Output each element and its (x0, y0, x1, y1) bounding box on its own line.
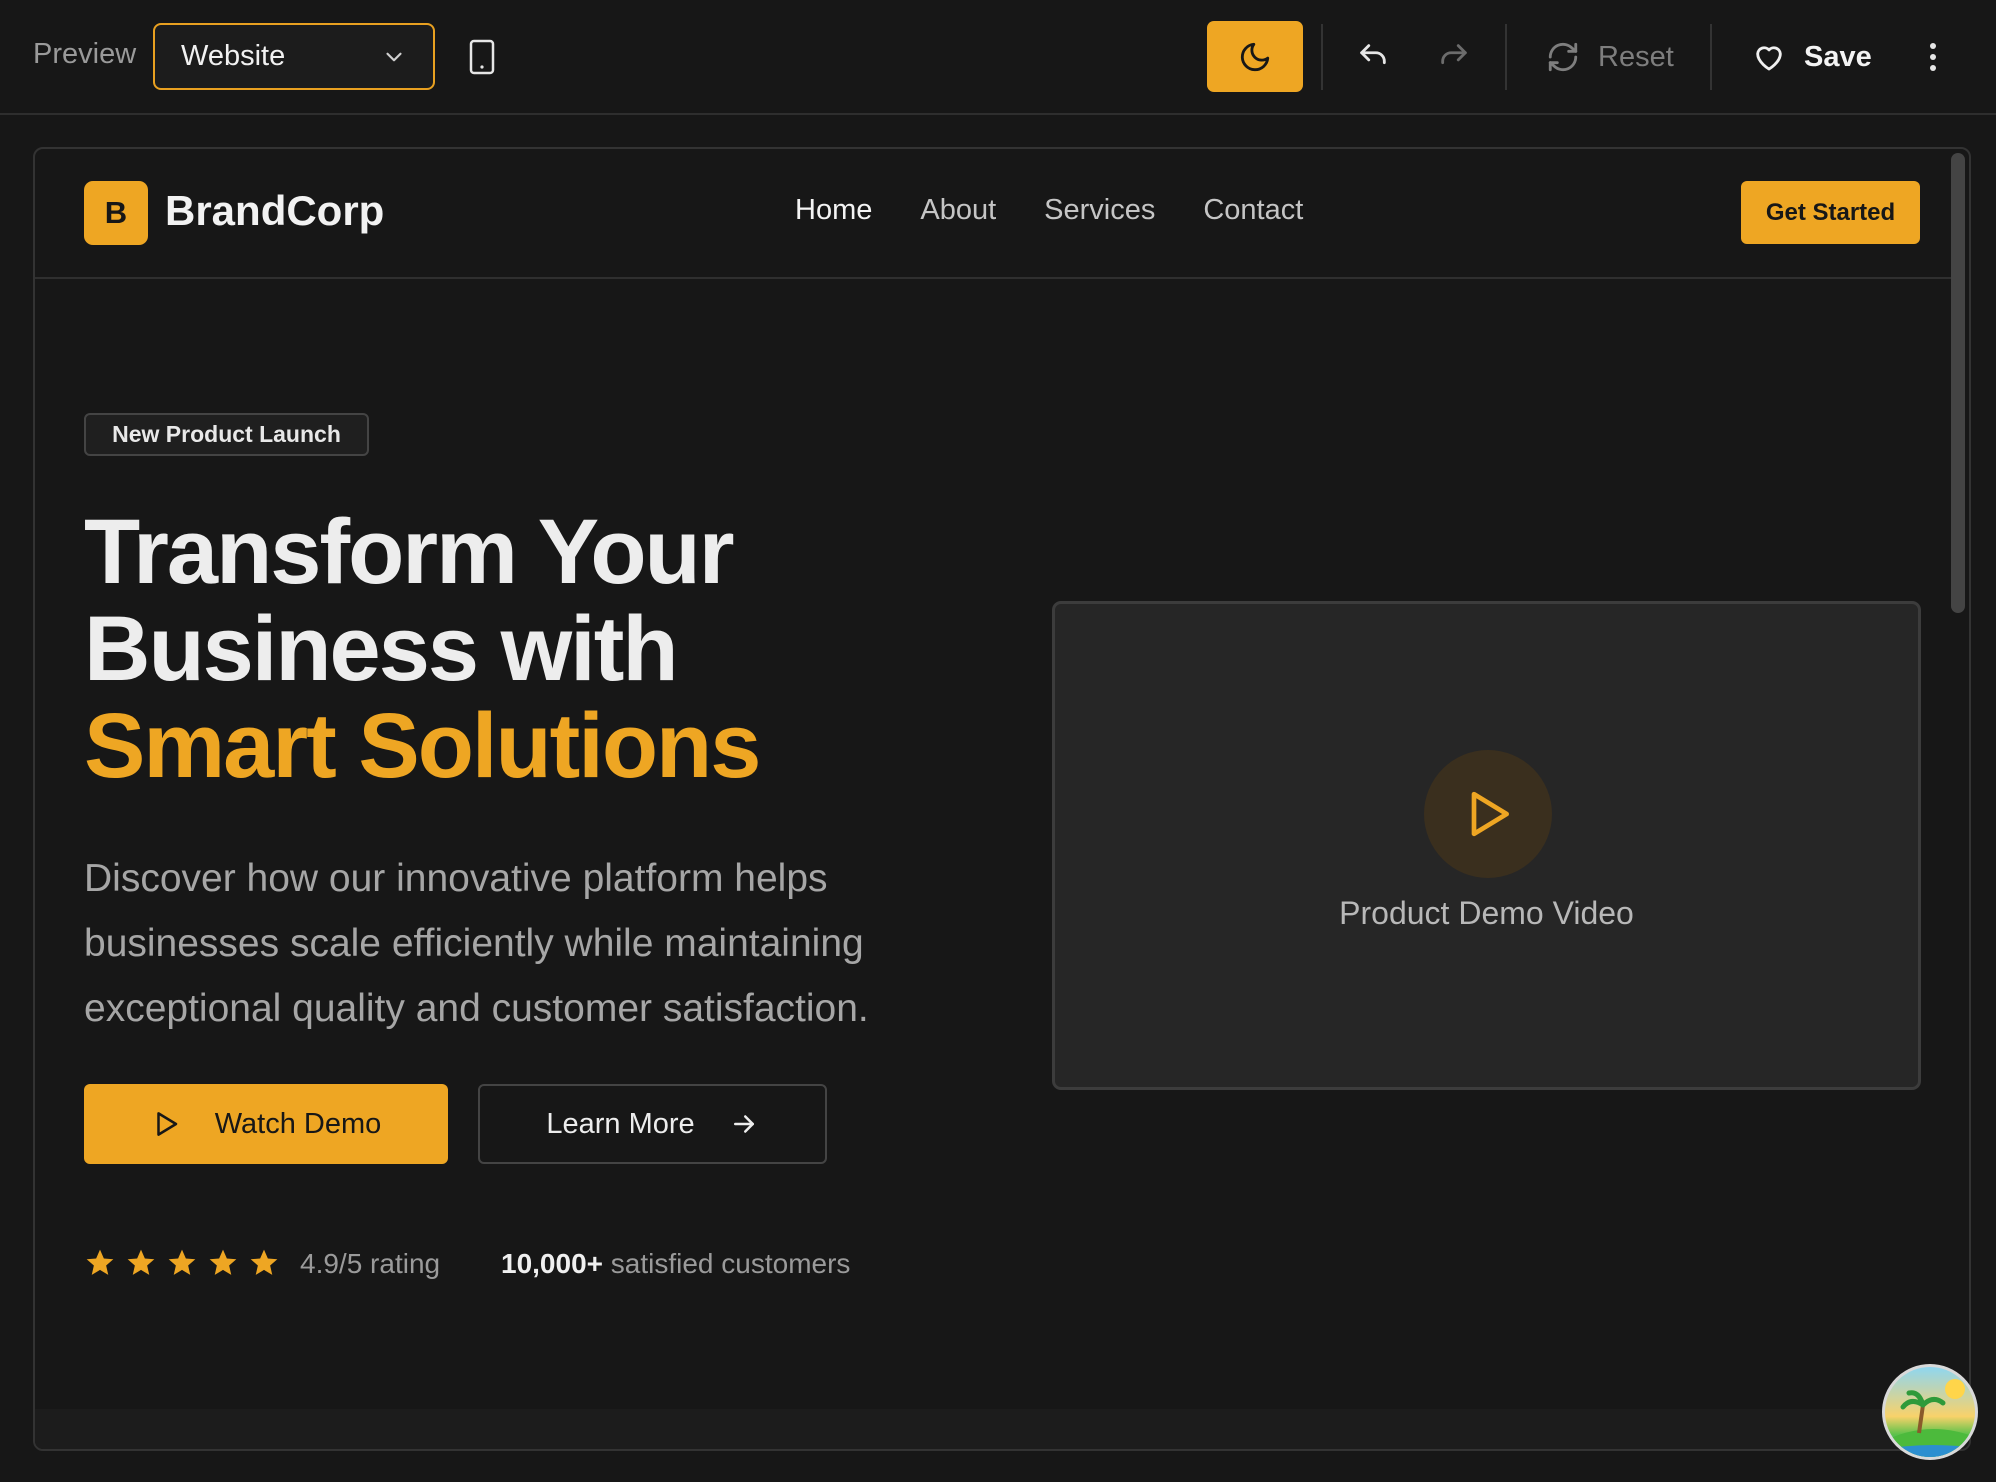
reset-label: Reset (1598, 40, 1674, 73)
more-vertical-icon (1930, 43, 1936, 71)
redo-icon (1441, 44, 1467, 65)
preview-frame: B BrandCorp Home About Services Contact … (33, 147, 1971, 1451)
mobile-icon (469, 39, 495, 75)
play-icon (1471, 791, 1509, 837)
video-play-button[interactable] (1424, 750, 1552, 878)
preview-label: Preview (33, 38, 137, 70)
nav-link-home[interactable]: Home (795, 194, 872, 227)
customers-count: 10,000+ (501, 1248, 603, 1279)
brand-name[interactable]: BrandCorp (165, 187, 384, 235)
editor-toolbar: Preview Website Reset Save (0, 0, 1996, 115)
toolbar-divider (1505, 24, 1507, 90)
floating-assistant-avatar[interactable] (1882, 1364, 1978, 1460)
save-button[interactable]: Save (1752, 32, 1872, 82)
view-mode-select[interactable]: Website (153, 23, 435, 90)
product-demo-video[interactable]: Product Demo Video (1052, 601, 1921, 1090)
reset-button[interactable]: Reset (1546, 32, 1674, 82)
nav-link-services[interactable]: Services (1044, 194, 1155, 227)
watch-demo-button[interactable]: Watch Demo (84, 1084, 448, 1164)
learn-more-label: Learn More (546, 1107, 695, 1140)
star-icon (168, 1249, 196, 1275)
moon-icon (1240, 42, 1270, 71)
nav-link-about[interactable]: About (920, 194, 996, 227)
preview-scrollbar[interactable] (1951, 153, 1965, 613)
rating-stars (84, 1247, 280, 1279)
star-icon (209, 1249, 237, 1275)
nav-links: Home About Services Contact (795, 194, 1303, 227)
next-section-edge (35, 1409, 1969, 1449)
heart-icon (1756, 46, 1782, 71)
video-label: Product Demo Video (1339, 895, 1634, 931)
star-icon (127, 1249, 155, 1275)
hero-title-line2: Business with (84, 598, 679, 700)
star-icon (86, 1249, 114, 1275)
undo-icon (1360, 44, 1386, 65)
toolbar-divider (1710, 24, 1712, 90)
view-mode-value: Website (181, 40, 286, 72)
redo-button[interactable] (1434, 38, 1474, 76)
nav-link-contact[interactable]: Contact (1203, 194, 1303, 227)
customers-stat: 10,000+ satisfied customers (501, 1248, 850, 1280)
refresh-icon (1548, 42, 1578, 72)
get-started-button[interactable]: Get Started (1741, 181, 1920, 244)
launch-badge: New Product Launch (84, 413, 369, 456)
learn-more-button[interactable]: Learn More (478, 1084, 827, 1164)
customers-text: satisfied customers (610, 1248, 851, 1279)
hero-title-accent: Smart Solutions (84, 695, 761, 797)
arrow-right-icon (733, 1115, 754, 1133)
rating-text: 4.9/5 rating (300, 1248, 441, 1279)
chevron-down-icon (386, 52, 402, 61)
mobile-preview-button[interactable] (466, 38, 498, 76)
more-options-button[interactable] (1918, 38, 1948, 76)
hero-title: Transform Your Business with Smart Solut… (84, 504, 984, 795)
theme-toggle-button[interactable] (1207, 21, 1303, 92)
toolbar-divider (1321, 24, 1323, 90)
hero-subtitle: Discover how our innovative platform hel… (84, 857, 869, 1030)
watch-demo-label: Watch Demo (214, 1107, 382, 1140)
star-icon (250, 1249, 278, 1275)
brand-logo[interactable]: B (84, 181, 148, 245)
hero-title-line1: Transform Your (84, 501, 735, 603)
save-label: Save (1804, 40, 1872, 73)
undo-button[interactable] (1353, 38, 1393, 76)
site-navbar: B BrandCorp Home About Services Contact … (35, 149, 1951, 279)
play-icon (156, 1112, 177, 1136)
